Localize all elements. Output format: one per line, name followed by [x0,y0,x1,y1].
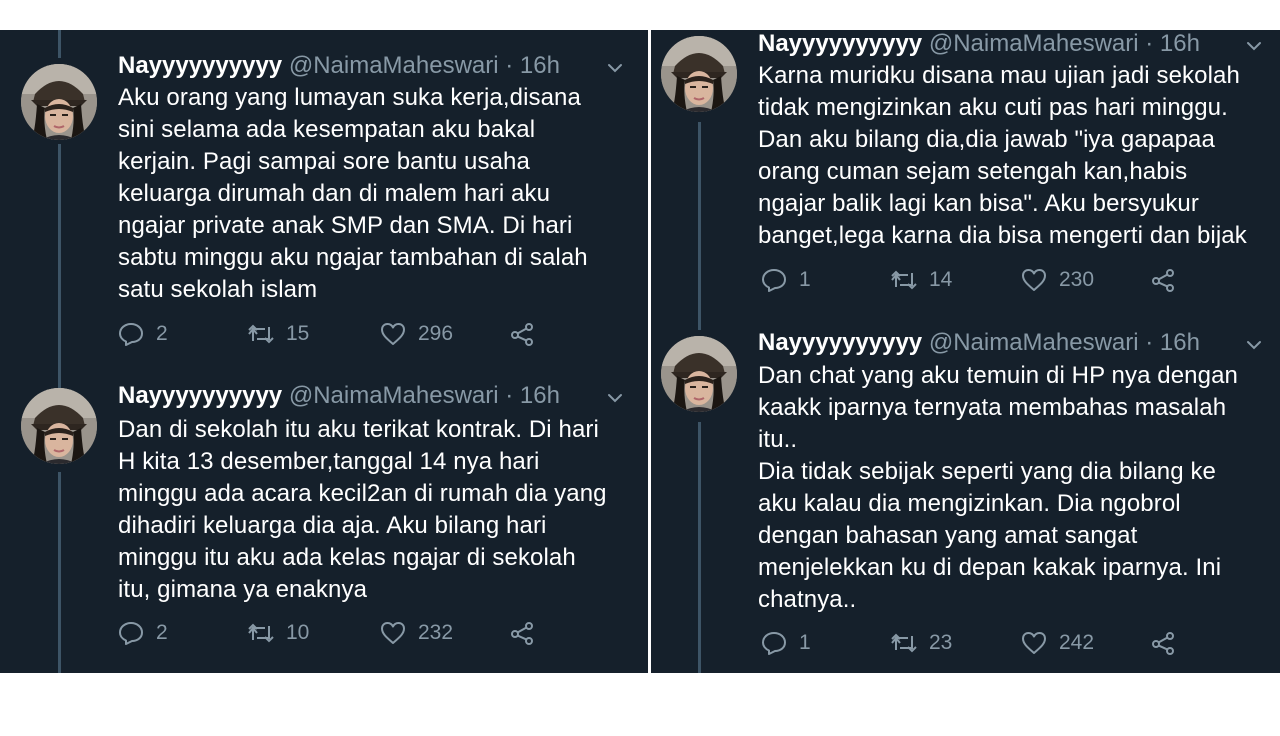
share-icon [1151,267,1177,293]
tweet[interactable]: Nayyyyyyyyyy @NaimaMaheswari · 16h Karna… [651,30,1280,330]
retweet-count: 14 [929,268,953,291]
retweet-button[interactable]: 10 [248,620,309,646]
like-icon [380,620,406,646]
share-icon [510,321,536,347]
retweet-button[interactable]: 14 [891,267,952,293]
share-icon [1151,630,1177,656]
tweet-actions: 2 10 232 [118,620,548,650]
like-icon [1021,267,1047,293]
chevron-down-icon[interactable] [605,58,625,78]
retweet-icon [248,620,274,646]
like-button[interactable]: 242 [1021,630,1094,656]
user-handle[interactable]: @NaimaMaheswari [289,382,499,409]
share-button[interactable] [1151,630,1177,656]
like-count: 296 [418,322,454,345]
display-name[interactable]: Nayyyyyyyyyy [118,52,282,79]
tweet-actions: 1 23 242 [761,630,1191,660]
retweet-count: 23 [929,631,953,654]
reply-button[interactable]: 2 [118,321,168,347]
share-button[interactable] [510,620,536,646]
tweet-actions: 1 14 230 [761,267,1191,297]
retweet-button[interactable]: 15 [248,321,309,347]
reply-button[interactable]: 1 [761,267,811,293]
like-button[interactable]: 232 [380,620,453,646]
timestamp[interactable]: · 16h [505,52,560,79]
like-count: 232 [418,621,454,644]
retweet-icon [248,321,274,347]
tweet-header: Nayyyyyyyyyy @NaimaMaheswari · 16h [118,382,560,410]
avatar[interactable] [21,64,97,140]
tweet-actions: 2 15 296 [118,321,548,351]
tweet[interactable]: Nayyyyyyyyyy @NaimaMaheswari · 16h Dan c… [651,329,1280,673]
tweet-header: Nayyyyyyyyyy @NaimaMaheswari · 16h [758,329,1200,357]
left-tweet-thread: Nayyyyyyyyyy @NaimaMaheswari · 16h Aku o… [0,30,648,673]
tweet-text: Karna muridku disana mau ujian jadi seko… [758,62,1247,249]
avatar[interactable] [661,336,737,412]
like-button[interactable]: 296 [380,321,453,347]
reply-count: 1 [799,268,811,291]
tweet[interactable]: Nayyyyyyyyyy @NaimaMaheswari · 16h Dan d… [0,370,648,673]
reply-button[interactable]: 2 [118,620,168,646]
chevron-down-icon[interactable] [1244,36,1264,56]
reply-count: 2 [156,322,168,345]
like-icon [380,321,406,347]
tweet-text: Dan di sekolah itu aku terikat kontrak. … [118,416,607,603]
reply-count: 1 [799,631,811,654]
like-icon [1021,630,1047,656]
avatar[interactable] [661,36,737,112]
reply-icon [118,321,144,347]
display-name[interactable]: Nayyyyyyyyyy [118,382,282,409]
reply-icon [761,267,787,293]
tweet-header: Nayyyyyyyyyy @NaimaMaheswari · 16h [118,52,560,80]
timestamp[interactable]: · 16h [505,382,560,409]
tweet-header: Nayyyyyyyyyy @NaimaMaheswari · 16h [758,30,1200,58]
like-count: 242 [1059,631,1095,654]
share-button[interactable] [510,321,536,347]
like-button[interactable]: 230 [1021,267,1094,293]
timestamp[interactable]: · 16h [1145,329,1200,356]
timestamp[interactable]: · 16h [1145,30,1200,57]
share-icon [510,620,536,646]
reply-button[interactable]: 1 [761,630,811,656]
reply-icon [761,630,787,656]
chevron-down-icon[interactable] [605,388,625,408]
retweet-icon [891,630,917,656]
user-handle[interactable]: @NaimaMaheswari [289,52,499,79]
user-handle[interactable]: @NaimaMaheswari [929,30,1139,57]
tweet-text: Dan chat yang aku temuin di HP nya denga… [758,362,1238,613]
reply-count: 2 [156,621,168,644]
tweet[interactable]: Nayyyyyyyyyy @NaimaMaheswari · 16h Aku o… [0,30,648,370]
avatar[interactable] [21,388,97,464]
like-count: 230 [1059,268,1095,291]
reply-icon [118,620,144,646]
retweet-icon [891,267,917,293]
user-handle[interactable]: @NaimaMaheswari [929,329,1139,356]
display-name[interactable]: Nayyyyyyyyyy [758,329,922,356]
display-name[interactable]: Nayyyyyyyyyy [758,30,922,57]
retweet-count: 10 [286,621,310,644]
right-tweet-thread: Nayyyyyyyyyy @NaimaMaheswari · 16h Karna… [651,30,1280,673]
chevron-down-icon[interactable] [1244,335,1264,355]
tweet-text: Aku orang yang lumayan suka kerja,disana… [118,84,588,303]
retweet-count: 15 [286,322,310,345]
retweet-button[interactable]: 23 [891,630,952,656]
share-button[interactable] [1151,267,1177,293]
